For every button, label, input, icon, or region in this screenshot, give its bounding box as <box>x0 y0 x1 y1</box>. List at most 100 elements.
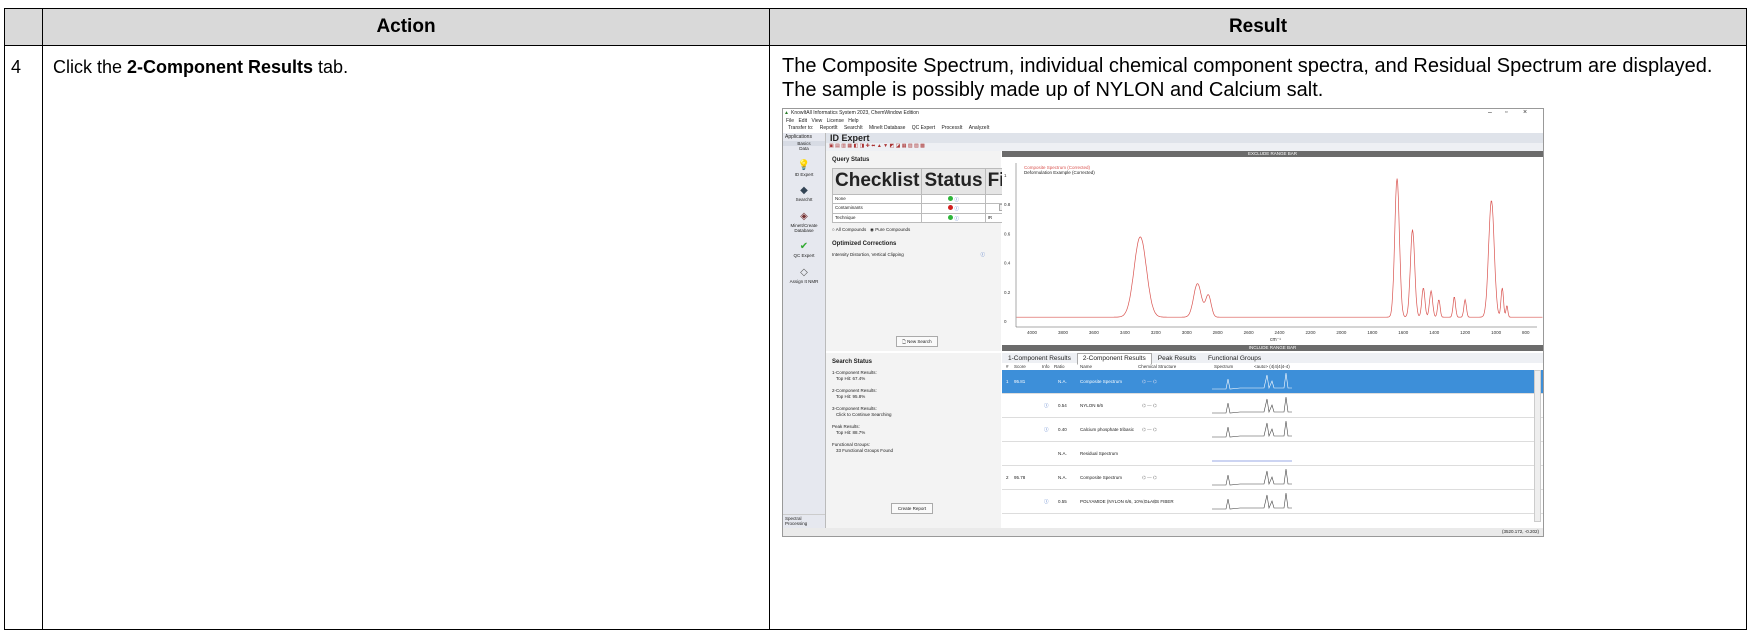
row-name: Composite Spectrum <box>1080 475 1123 480</box>
status-ok-icon <box>948 214 954 220</box>
applications-label[interactable]: Applications <box>783 133 825 141</box>
info-icon[interactable]: ⓘ <box>1044 499 1049 504</box>
checkmark-icon: ✔ <box>799 241 809 253</box>
mini-spectrum <box>1212 460 1292 462</box>
check-label: None <box>831 193 923 205</box>
search-diamond-icon: ◆ <box>800 185 808 197</box>
table-row[interactable]: 1 95.81 N.A. Composite Spectrum ⌬ — ⌬ <box>1002 370 1543 394</box>
status-bar: (3520.172, -0.202) <box>783 528 1543 536</box>
nav-mineit-label: MineIt/Create Database <box>790 222 818 233</box>
y-tick-label: 1 <box>1004 173 1007 178</box>
nav-spectral-processing[interactable]: Spectral Processing <box>783 513 825 528</box>
results-rows: 1 95.81 N.A. Composite Spectrum ⌬ — ⌬ 0.54 NYL… <box>1002 370 1543 514</box>
status-ok-icon <box>948 195 954 201</box>
nav-tab-data[interactable]: Data <box>783 146 825 151</box>
nav-assign-nmr[interactable]: ◇ Assign It NMR <box>783 267 825 284</box>
nav-id-expert[interactable]: 💡 ID Expert <box>783 160 825 177</box>
toolbar-qcexpert[interactable]: QC Expert <box>912 125 935 131</box>
table-row[interactable]: 0.55 POLYAMIDE (NYLON 6/6, 10% GLASS FIBE… <box>1002 490 1543 514</box>
row-num: 1 <box>1006 379 1009 384</box>
mini-spectrum <box>1212 468 1292 486</box>
x-tick-label: 2400 <box>1275 330 1286 335</box>
mini-spectrum-line <box>1212 468 1292 486</box>
nav-mineit[interactable]: ◈ MineIt/Create Database <box>783 211 825 234</box>
results-scrollbar[interactable] <box>1534 370 1541 522</box>
info-icon[interactable]: ⓘ <box>954 216 959 221</box>
app-screenshot: ▲ KnowItAll Informatics System 2023, Che… <box>782 108 1544 537</box>
database-diamond-icon: ◈ <box>800 210 808 222</box>
checklist-table: Checklist Status Fix? None ⓘ ☐ Contamina… <box>831 168 1030 224</box>
row-score: 95.81 <box>1014 379 1026 384</box>
info-icon[interactable]: ⓘ <box>954 197 959 202</box>
y-tick-label: 0.6 <box>1004 231 1011 236</box>
toolbar-searchit[interactable]: SearchIt <box>844 125 863 131</box>
legend-deformulation: Deformulation Example (Corrected) <box>1024 170 1095 175</box>
info-icon[interactable]: ⓘ <box>1044 427 1049 432</box>
y-tick-label: 0.4 <box>1004 261 1011 266</box>
nav-searchit[interactable]: ◆ SearchIt <box>783 185 825 202</box>
create-report-button[interactable]: Create Report <box>891 503 933 514</box>
close-icon[interactable]: × <box>1523 109 1527 117</box>
new-search-button[interactable]: 🗋 New Search <box>896 336 938 347</box>
info-icon[interactable]: ⓘ <box>981 252 986 257</box>
info-icon[interactable]: ⓘ <box>954 206 959 211</box>
col-status: Status <box>921 168 986 195</box>
menu-view[interactable]: View <box>811 118 822 124</box>
check-row: Contaminants ⓘ Fix <box>831 203 1030 214</box>
search-status-lines: 1-Component Results: Top Hit: 67.4% 2-Com… <box>826 370 1001 454</box>
table-row[interactable]: N.A. Residual Spectrum <box>1002 442 1543 466</box>
technique-select[interactable]: IR <box>988 215 993 220</box>
action-cell: Click the 2-Component Results tab. <box>42 45 770 630</box>
status-coordinates: (3520.172, -0.202) <box>1501 529 1539 534</box>
panel-title: ID Expert <box>830 133 870 143</box>
action-tab-name: 2-Component Results <box>127 57 314 77</box>
menu-license[interactable]: License <box>827 118 844 124</box>
table-row[interactable]: 0.40 Calcium phosphate tribasic ⓘ ⌬ — ⌬ <box>1002 418 1543 442</box>
y-tick-label: 0 <box>1004 319 1007 324</box>
window-title: KnowItAll Informatics System 2023, ChemW… <box>791 110 919 116</box>
toolbar-processit[interactable]: ProcessIt <box>942 125 963 131</box>
mini-spectrum <box>1212 372 1292 390</box>
nav-assign-nmr-label: Assign It NMR <box>789 278 819 284</box>
mini-spectrum-line <box>1212 420 1292 438</box>
x-tick-label: 1000 <box>1491 330 1502 335</box>
menu-edit[interactable]: Edit <box>798 118 807 124</box>
row-ratio: N.A. <box>1058 379 1067 384</box>
radio-pure-label[interactable]: Pure Compounds <box>875 227 910 232</box>
nav-id-expert-label: ID Expert <box>794 171 814 177</box>
radio-pure-icon[interactable]: ◉ <box>870 227 874 232</box>
step-number: 4 <box>4 45 43 630</box>
menu-bar: File Edit View License Help <box>783 118 1543 125</box>
include-range-bar[interactable]: INCLUDE RANGE BAR <box>1002 345 1543 351</box>
optimized-title: Optimized Corrections <box>832 240 897 247</box>
check-row: None ⓘ ☐ <box>831 193 1030 205</box>
tool-icons[interactable]: ▣ ▤ ▥ ▦ ◧ ◨ ✚ ⬌ ▲ ▼ ◩ ◪ ▦ ▧ ▨ ▩ <box>829 143 925 149</box>
info-icon[interactable]: ⓘ <box>1044 403 1049 408</box>
spectrum-plot[interactable]: Composite Spectrum (Corrected) Deformula… <box>1002 157 1543 345</box>
x-tick-label: 2600 <box>1244 330 1255 335</box>
toolbar-reportit[interactable]: ReportIt <box>820 125 838 131</box>
result-text: The Composite Spectrum, individual chemi… <box>782 55 1713 101</box>
menu-help[interactable]: Help <box>848 118 858 124</box>
table-row[interactable]: 2 95.78 N.A. Composite Spectrum ⌬ — ⌬ <box>1002 466 1543 490</box>
chemical-structure-icon: ⌬ — ⌬ <box>1142 499 1157 504</box>
nav-qc-expert[interactable]: ✔ QC Expert <box>783 241 825 258</box>
radio-all-label[interactable]: All Compounds <box>836 227 867 232</box>
radio-all-icon[interactable]: ○ <box>832 227 835 232</box>
chemical-structure-icon: ⌬ — ⌬ <box>1142 427 1157 432</box>
toolbar-mineit[interactable]: MineIt Database <box>869 125 905 131</box>
minimize-icon[interactable]: – <box>1488 109 1492 117</box>
table-row[interactable]: 0.54 NYLON 6/6 ⓘ ⌬ — ⌬ <box>1002 394 1543 418</box>
maximize-icon[interactable]: ▫ <box>1505 109 1507 117</box>
spectrum-panel: EXCLUDE RANGE BAR Composite Spectrum (Co… <box>1002 151 1543 351</box>
status-error-icon <box>948 205 954 211</box>
row-name: Composite Spectrum <box>1080 379 1123 384</box>
x-tick-label: 3800 <box>1058 330 1069 335</box>
toolbar-analyzeit[interactable]: AnalyzeIt <box>969 125 990 131</box>
x-tick-label: 3200 <box>1151 330 1162 335</box>
menu-file[interactable]: File <box>786 118 794 124</box>
query-panel: Query Status Checklist Status Fix? None … <box>826 151 1030 351</box>
lightbulb-icon: 💡 <box>797 159 811 171</box>
x-tick-label: 1600 <box>1398 330 1409 335</box>
chemical-structure-icon: ⌬ — ⌬ <box>1142 475 1157 480</box>
